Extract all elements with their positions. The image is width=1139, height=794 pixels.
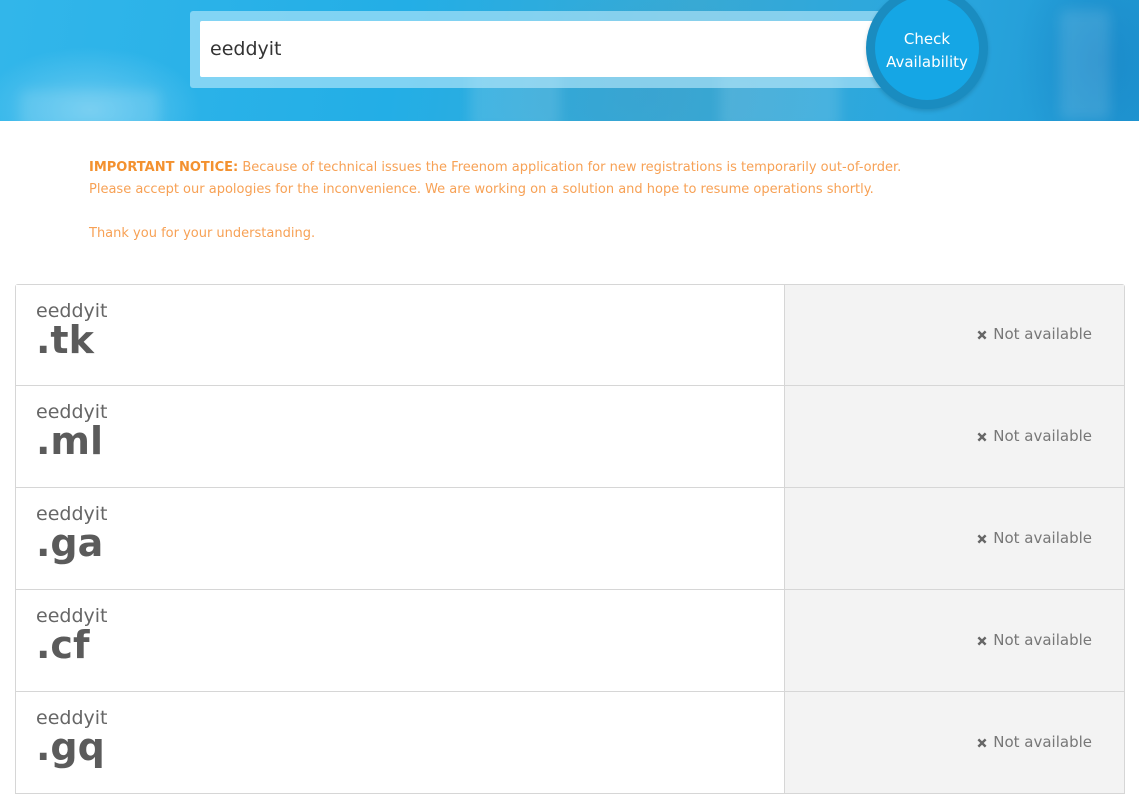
domain-result-row: eeddyit .gq Not available: [15, 692, 1125, 794]
availability-status-text: Not available: [993, 426, 1092, 445]
domain-result-name-cell: eeddyit .cf: [16, 590, 785, 691]
availability-status-text: Not available: [993, 732, 1092, 751]
availability-status: Not available: [975, 631, 1092, 649]
domain-tld: .ml: [36, 419, 104, 463]
x-icon: [977, 432, 987, 441]
availability-status-text: Not available: [993, 528, 1092, 547]
domain-result-row: eeddyit .ml Not available: [15, 386, 1125, 488]
domain-result-status-cell: Not available: [785, 488, 1124, 589]
domain-tld: .gq: [36, 725, 105, 769]
availability-status: Not available: [975, 427, 1092, 445]
domain-tld: .ga: [36, 521, 104, 565]
check-availability-button[interactable]: Check Availability: [875, 0, 979, 100]
domain-tld: .cf: [36, 623, 90, 667]
domain-search-input[interactable]: [200, 21, 890, 77]
x-icon: [977, 330, 987, 340]
domain-result-status-cell: Not available: [785, 692, 1124, 793]
domain-result-row: eeddyit .cf Not available: [15, 590, 1125, 692]
availability-status-text: Not available: [993, 325, 1092, 343]
domain-result-row: eeddyit .ga Not available: [15, 488, 1125, 590]
x-icon: [977, 534, 987, 543]
check-button-label-line1: Check: [903, 30, 951, 48]
domain-result-name-cell: eeddyit .ml: [16, 386, 785, 487]
important-notice: IMPORTANT NOTICE: Because of technical i…: [89, 157, 989, 245]
availability-status-text: Not available: [993, 630, 1092, 649]
availability-status: Not available: [975, 325, 1092, 343]
check-button-label-line2: Availability: [886, 53, 968, 71]
x-icon: [977, 636, 987, 645]
domain-result-name-cell: eeddyit .tk: [16, 285, 785, 385]
availability-status: Not available: [975, 733, 1092, 751]
domain-result-name-cell: eeddyit .ga: [16, 488, 785, 589]
notice-line-2: Please accept our apologies for the inco…: [89, 182, 874, 197]
notice-line-1: Because of technical issues the Freenom …: [238, 160, 902, 175]
domain-result-name-cell: eeddyit .gq: [16, 692, 785, 793]
availability-status: Not available: [975, 529, 1092, 547]
domain-result-status-cell: Not available: [785, 386, 1124, 487]
notice-label: IMPORTANT NOTICE:: [89, 160, 239, 175]
domain-result-status-cell: Not available: [785, 285, 1124, 385]
x-icon: [977, 738, 987, 747]
domain-result-row: eeddyit .tk Not available: [15, 284, 1125, 386]
domain-tld: .tk: [36, 318, 94, 362]
domain-results-list: eeddyit .tk Not available eeddyit .ml No…: [15, 284, 1125, 794]
domain-result-status-cell: Not available: [785, 590, 1124, 691]
notice-thanks: Thank you for your understanding.: [89, 226, 316, 241]
